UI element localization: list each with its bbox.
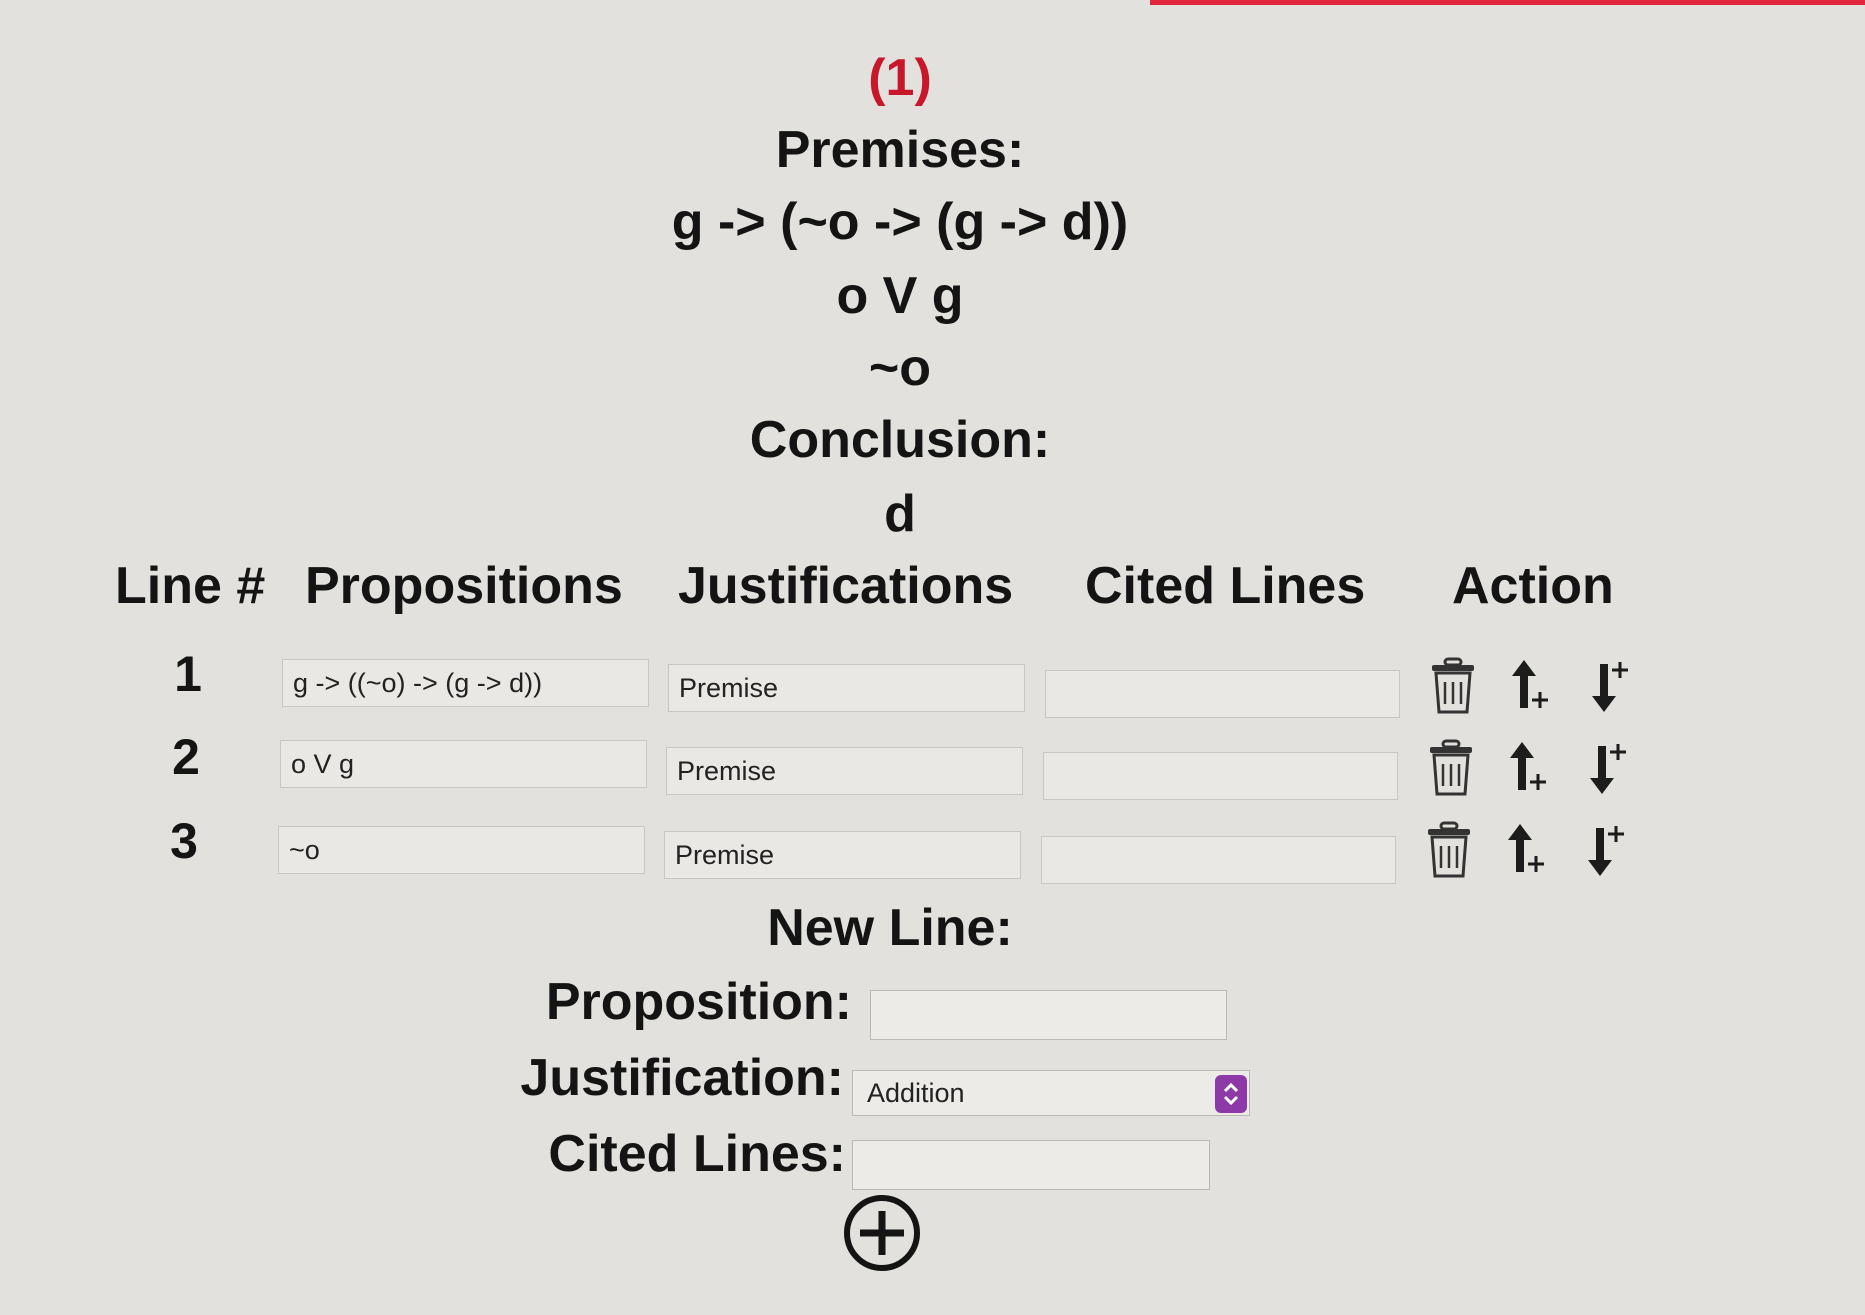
header-justifications: Justifications xyxy=(678,557,1014,615)
premises-label: Premises: xyxy=(775,121,1025,179)
justification-cell-3[interactable]: Premise xyxy=(664,831,1021,879)
proposition-input[interactable] xyxy=(870,990,1227,1040)
select-chevron-icon[interactable] xyxy=(1215,1075,1247,1113)
arrow-down-plus-icon[interactable] xyxy=(1582,738,1632,798)
justification-cell-1[interactable]: Premise xyxy=(668,664,1025,712)
trash-icon[interactable] xyxy=(1424,820,1474,880)
cited-lines-cell-1[interactable] xyxy=(1045,670,1400,718)
proposition-cell-2[interactable]: o V g xyxy=(280,740,647,788)
arrow-up-plus-icon[interactable] xyxy=(1500,820,1550,880)
arrow-down-plus-icon[interactable] xyxy=(1580,820,1630,880)
top-accent-line xyxy=(1150,0,1865,5)
trash-icon[interactable] xyxy=(1426,738,1476,798)
arrow-up-plus-icon[interactable] xyxy=(1502,738,1552,798)
trash-icon[interactable] xyxy=(1428,656,1478,716)
justification-cell-2[interactable]: Premise xyxy=(666,747,1023,795)
premise-1: g -> (~o -> (g -> d)) xyxy=(671,193,1129,251)
arrow-up-plus-icon[interactable] xyxy=(1504,656,1554,716)
cited-lines-input[interactable] xyxy=(852,1140,1210,1190)
justification-select[interactable]: Addition xyxy=(852,1070,1250,1116)
header-cited-lines: Cited Lines xyxy=(1085,557,1366,615)
header-line-number: Line # xyxy=(115,557,266,615)
line-number-3: 3 xyxy=(170,813,198,869)
proposition-label: Proposition: xyxy=(545,973,852,1031)
cited-lines-cell-2[interactable] xyxy=(1043,752,1398,800)
premise-2: o V g xyxy=(836,267,964,325)
problem-number: (1) xyxy=(868,49,932,107)
header-propositions: Propositions xyxy=(305,557,623,615)
justification-label: Justification: xyxy=(520,1049,844,1107)
conclusion-value: d xyxy=(884,485,916,543)
justification-selected-value: Addition xyxy=(867,1078,965,1108)
cited-lines-label: Cited Lines: xyxy=(548,1125,846,1183)
proposition-cell-3[interactable]: ~o xyxy=(278,826,645,874)
new-line-title: New Line: xyxy=(767,899,1013,957)
line-number-2: 2 xyxy=(172,729,200,785)
proposition-cell-1[interactable]: g -> ((~o) -> (g -> d)) xyxy=(282,659,649,707)
arrow-down-plus-icon[interactable] xyxy=(1584,656,1634,716)
premise-3: ~o xyxy=(868,339,932,397)
cited-lines-cell-3[interactable] xyxy=(1041,836,1396,884)
conclusion-label: Conclusion: xyxy=(749,411,1051,469)
line-number-1: 1 xyxy=(174,646,202,702)
plus-circle-icon[interactable] xyxy=(842,1193,922,1273)
header-action: Action xyxy=(1452,557,1614,615)
